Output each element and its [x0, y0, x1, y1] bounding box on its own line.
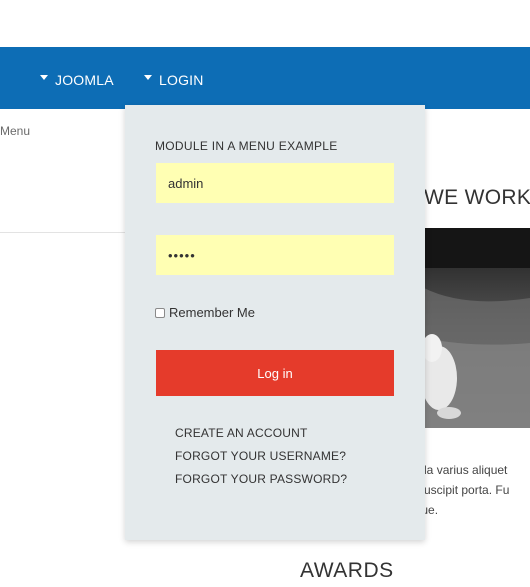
username-input[interactable]	[156, 163, 394, 203]
forgot-password-link[interactable]: FORGOT YOUR PASSWORD?	[175, 472, 347, 486]
module-title: MODULE IN A MENU EXAMPLE	[155, 139, 338, 153]
nav-item-label: LOGIN	[159, 72, 204, 88]
login-button[interactable]: Log in	[156, 350, 394, 396]
forgot-username-link[interactable]: FORGOT YOUR USERNAME?	[175, 449, 346, 463]
top-navbar: JOOMLA LOGIN	[0, 47, 530, 109]
password-input[interactable]	[156, 235, 394, 275]
caret-down-icon	[40, 74, 48, 80]
remember-me[interactable]: Remember Me	[155, 305, 255, 320]
photo-image	[424, 228, 530, 428]
remember-me-label: Remember Me	[169, 305, 255, 320]
nav-item-label: JOOMLA	[55, 72, 114, 88]
nav-item-joomla[interactable]: JOOMLA	[40, 72, 114, 88]
divider	[0, 232, 140, 233]
article-photo	[424, 228, 530, 428]
remember-me-checkbox[interactable]	[155, 307, 165, 318]
caret-down-icon	[144, 74, 152, 80]
nav-item-login[interactable]: LOGIN	[144, 72, 204, 88]
login-dropdown: MODULE IN A MENU EXAMPLE Remember Me Log…	[125, 105, 425, 540]
awards-heading: AWARDS	[300, 559, 394, 582]
create-account-link[interactable]: CREATE AN ACCOUNT	[175, 426, 308, 440]
breadcrumb-fragment: Menu	[0, 124, 31, 138]
